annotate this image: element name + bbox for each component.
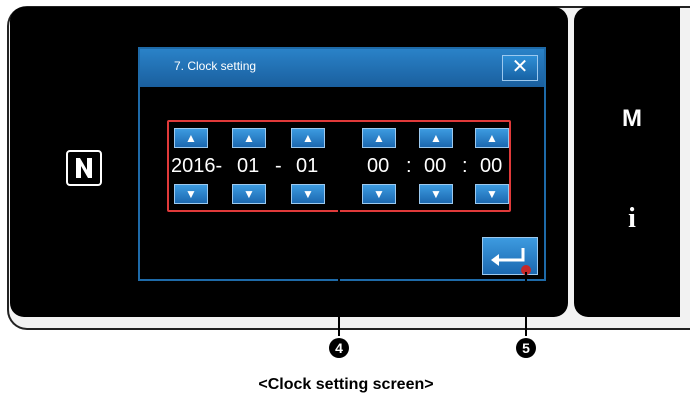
- callout-5-badge: 5: [516, 338, 536, 358]
- info-button[interactable]: i: [612, 203, 652, 235]
- nfc-icon: [66, 150, 102, 186]
- side-panel: M i: [574, 7, 680, 317]
- minute-down-button[interactable]: ▼: [419, 184, 453, 204]
- main-screen: 7. Clock setting ✕ ▲ ▲ ▲ ▲ ▲ ▲ 2016- 01 …: [10, 7, 568, 317]
- minute-up-button[interactable]: ▲: [419, 128, 453, 148]
- datetime-highlight: ▲ ▲ ▲ ▲ ▲ ▲ 2016- 01 - 01 00 : 00 : 00 ▼…: [167, 120, 511, 212]
- second-down-button[interactable]: ▼: [475, 184, 509, 204]
- date-separator: -: [275, 155, 282, 177]
- dialog-titlebar: 7. Clock setting ✕: [140, 49, 544, 87]
- day-value: 01: [296, 155, 319, 177]
- hour-up-button[interactable]: ▲: [362, 128, 396, 148]
- time-separator: :: [406, 155, 412, 177]
- second-value: 00: [480, 155, 503, 177]
- minute-value: 00: [424, 155, 447, 177]
- m-button[interactable]: M: [612, 105, 652, 133]
- callout-line-4: [338, 204, 340, 336]
- dialog-title: 7. Clock setting: [174, 59, 257, 73]
- month-down-button[interactable]: ▼: [232, 184, 266, 204]
- year-up-button[interactable]: ▲: [174, 128, 208, 148]
- month-up-button[interactable]: ▲: [232, 128, 266, 148]
- day-up-button[interactable]: ▲: [291, 128, 325, 148]
- close-button[interactable]: ✕: [502, 55, 538, 81]
- callout-4-badge: 4: [329, 338, 349, 358]
- callout-line-5: [525, 272, 527, 336]
- time-separator: :: [462, 155, 468, 177]
- hour-down-button[interactable]: ▼: [362, 184, 396, 204]
- year-down-button[interactable]: ▼: [174, 184, 208, 204]
- day-down-button[interactable]: ▼: [291, 184, 325, 204]
- hour-value: 00: [367, 155, 390, 177]
- second-up-button[interactable]: ▲: [475, 128, 509, 148]
- year-value: 2016-: [171, 155, 223, 177]
- clock-setting-dialog: 7. Clock setting ✕ ▲ ▲ ▲ ▲ ▲ ▲ 2016- 01 …: [138, 47, 546, 281]
- month-value: 01: [237, 155, 260, 177]
- figure-caption: <Clock setting screen>: [258, 376, 434, 393]
